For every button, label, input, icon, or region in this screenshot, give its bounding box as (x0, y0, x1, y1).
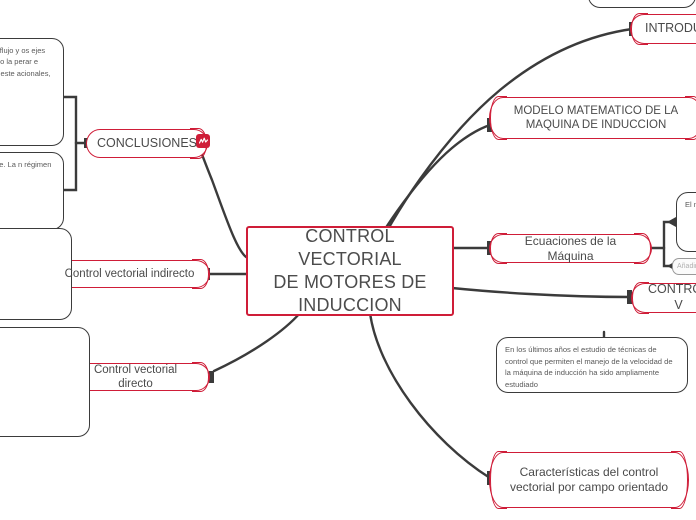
topic-caracteristicas[interactable]: Características del control vectorial po… (489, 451, 689, 509)
add-node-placeholder-label: Añadir (677, 263, 696, 270)
topic-modelo-matematico[interactable]: MODELO MATEMATICO DE LA MAQUINA DE INDUC… (489, 96, 696, 140)
topic-control-vectorial-indirecto[interactable]: Control vectorial indirecto (49, 259, 210, 289)
note-conclusion-2[interactable]: te da pero no e. La n régimen n la (0, 152, 64, 230)
node-cap-icon (192, 259, 209, 289)
topic-control-vectorial-directo[interactable]: Control vectorial directo (61, 362, 210, 392)
link-root-directo (212, 311, 302, 373)
note-ecuaciones[interactable]: El m rig el té ex (676, 192, 696, 252)
topic-ecuaciones-maquina-label: Ecuaciones de la Máquina (524, 233, 617, 263)
note-conclusion-2-text: te da pero no e. La n régimen n la (0, 160, 52, 169)
topic-caracteristicas-label: Características del control vectorial po… (509, 465, 669, 494)
mindmap-canvas: CONTROL VECTORIAL DE MOTORES DE INDUCCIO… (0, 0, 696, 520)
link-conclusiones-note1 (62, 95, 78, 145)
note-conclusion-1-text: uede llevar el flujo y os ejes uede apli… (0, 46, 51, 78)
link-ecuaciones-note (662, 220, 678, 250)
topic-control-vectorial-indirecto-label: Control vectorial indirecto (64, 267, 195, 280)
note-ecuaciones-text: El m rig el té ex (685, 200, 696, 209)
topic-conclusiones-label: CONCLUSIONES (96, 135, 198, 150)
root-line-2: VECTORIAL (298, 248, 402, 269)
collapse-badge-conclusiones[interactable] (196, 134, 210, 148)
topic-control-vectorial-directo-label: Control vectorial directo (93, 363, 178, 390)
topic-control-v[interactable]: CONTROL V (631, 282, 696, 314)
link-root-introduccion (372, 27, 634, 259)
topic-conclusiones[interactable]: CONCLUSIONES (86, 128, 208, 159)
root-node[interactable]: CONTROL VECTORIAL DE MOTORES DE INDUCCIO… (246, 226, 454, 316)
note-indirecto[interactable]: n (0, 228, 72, 320)
link-root-controlv (450, 286, 632, 299)
topic-control-v-label: CONTROL V (647, 282, 696, 312)
note-introduccion-text: En los últimos años el estudio de técnic… (505, 345, 673, 389)
add-node-placeholder[interactable]: Añadir (672, 258, 696, 275)
arrow-ecuaciones-note (667, 217, 676, 227)
collapse-badge-icon (198, 137, 208, 144)
root-line-4: INDUCCION (298, 295, 402, 316)
topic-introduccion[interactable]: INTRODU (630, 13, 696, 45)
root-line-1: CONTROL (305, 225, 395, 246)
note-conclusion-1[interactable]: uede llevar el flujo y os ejes uede apli… (0, 38, 64, 146)
topic-introduccion-label: INTRODU (645, 21, 696, 36)
link-conclusiones-note2 (62, 141, 78, 192)
link-root-caracteristicas (368, 311, 492, 480)
topic-modelo-matematico-label: MODELO MATEMATICO DE LA MAQUINA DE INDUC… (513, 104, 679, 131)
link-root-conclusiones (195, 141, 250, 260)
note-top-partial[interactable] (588, 0, 696, 8)
topic-ecuaciones-maquina[interactable]: Ecuaciones de la Máquina (489, 233, 652, 264)
note-introduccion[interactable]: En los últimos años el estudio de técnic… (496, 337, 688, 393)
root-node-label: CONTROL VECTORIAL DE MOTORES DE INDUCCIO… (273, 225, 426, 317)
root-line-3: DE MOTORES DE (273, 272, 427, 292)
